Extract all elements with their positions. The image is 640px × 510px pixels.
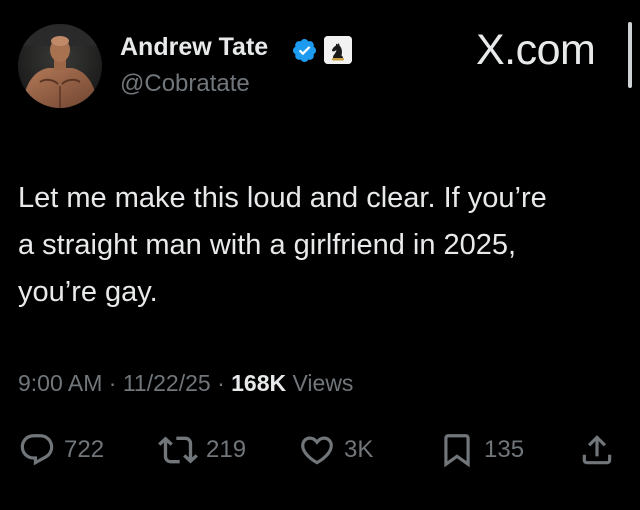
tweet-line: a straight man with a girlfriend in 2025…	[18, 229, 517, 261]
reply-button[interactable]: 722	[18, 430, 104, 470]
reply-count: 722	[64, 436, 105, 463]
like-count: 3K	[344, 436, 374, 463]
avatar[interactable]	[18, 24, 102, 108]
user-handle[interactable]: @Cobratate	[120, 70, 250, 98]
separator: ·	[217, 370, 225, 396]
display-name[interactable]: Andrew Tate	[120, 33, 268, 62]
repost-button[interactable]: 219	[158, 430, 246, 470]
tweet-date[interactable]: 11/22/25	[123, 370, 211, 396]
repost-count: 219	[206, 436, 247, 463]
heart-icon	[298, 431, 336, 469]
separator: ·	[108, 370, 117, 396]
bookmark-count: 135	[484, 436, 525, 463]
views-count: 168K	[231, 370, 287, 396]
views-label: Views	[292, 370, 354, 396]
x-brand-logo: X.com	[476, 26, 596, 74]
chess-knight-icon[interactable]	[324, 36, 352, 64]
share-button[interactable]	[578, 430, 616, 470]
share-icon	[578, 431, 616, 469]
tweet-meta: 9:00 AM · 11/22/25 · 168K Views	[18, 370, 353, 397]
scrollbar[interactable]	[628, 22, 632, 88]
tweet-line: you’re gay.	[18, 276, 158, 308]
bookmark-button[interactable]: 135	[438, 430, 524, 470]
tweet-line: Let me make this loud and clear. If you’…	[18, 182, 547, 214]
like-button[interactable]: 3K	[298, 430, 373, 470]
profile-photo	[18, 24, 102, 108]
bookmark-icon	[438, 431, 476, 469]
reply-icon	[18, 431, 56, 469]
tweet-time[interactable]: 9:00 AM	[18, 370, 102, 396]
repost-icon	[158, 430, 198, 470]
verified-badge-icon	[291, 37, 318, 64]
tweet-text: Let me make this loud and clear. If you’…	[18, 175, 618, 316]
